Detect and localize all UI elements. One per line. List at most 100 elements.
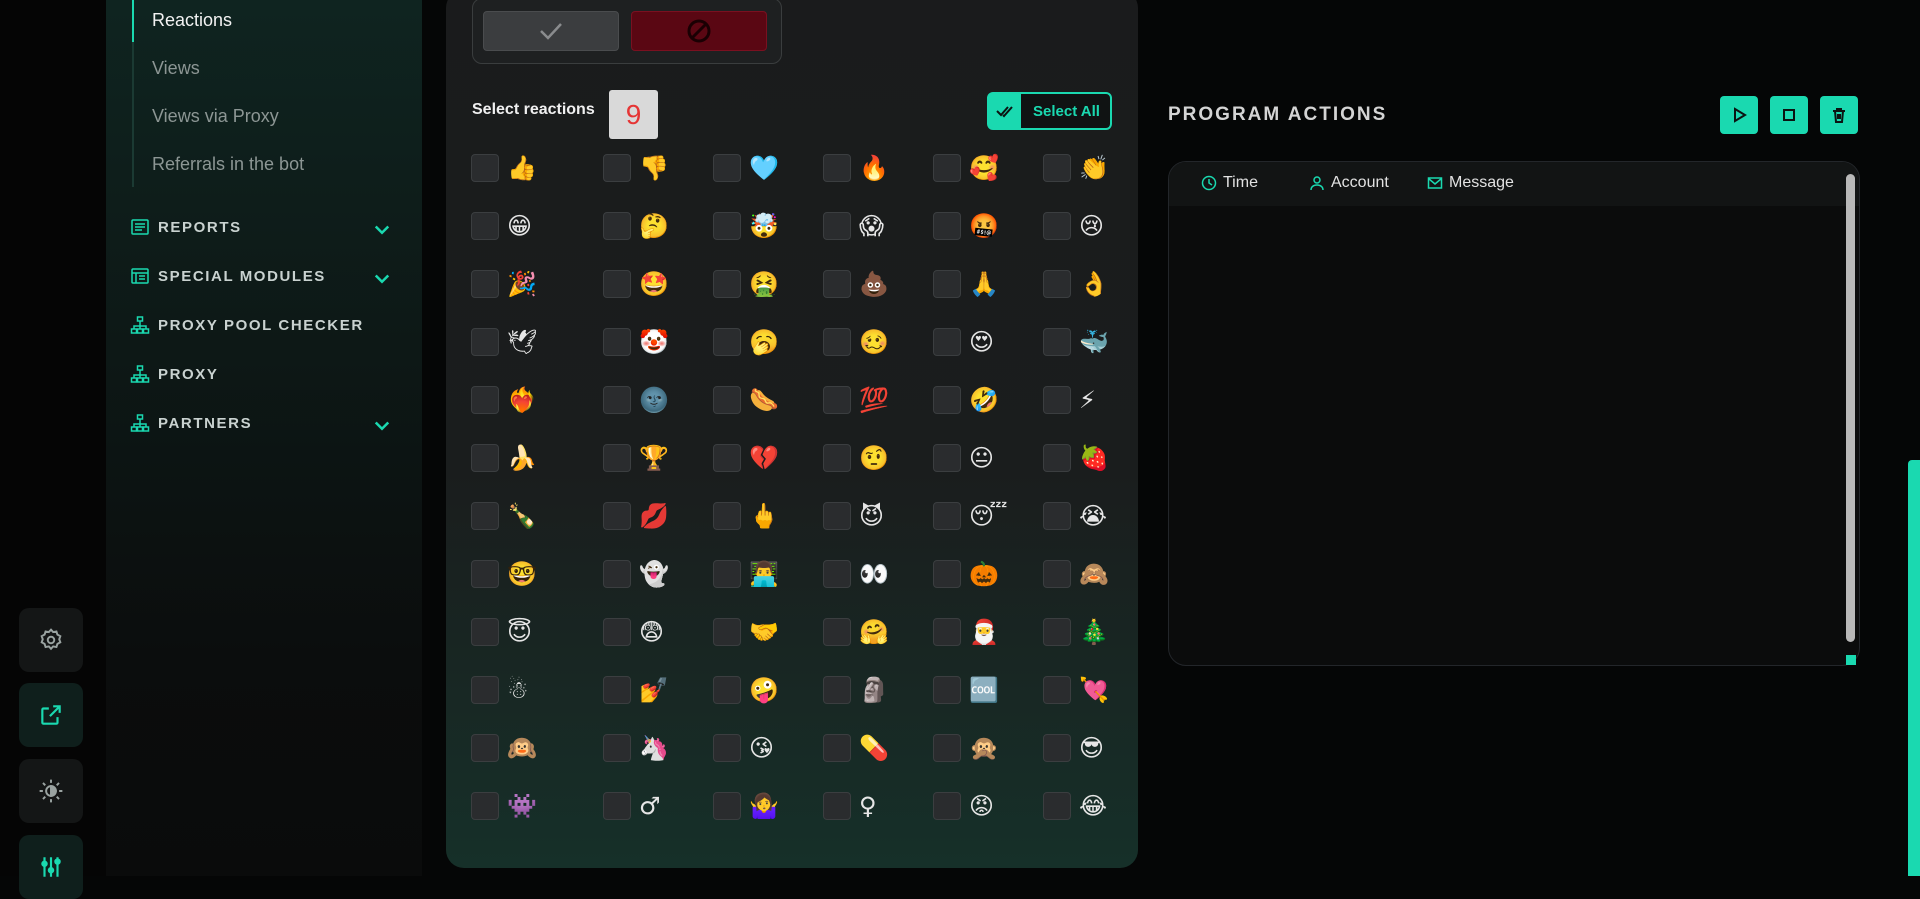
reaction-checkbox[interactable] (1043, 734, 1071, 762)
reaction-checkbox[interactable] (823, 560, 851, 588)
reaction-checkbox[interactable] (713, 270, 741, 298)
reaction-checkbox[interactable] (1043, 502, 1071, 530)
reaction-checkbox[interactable] (1043, 154, 1071, 182)
reaction-item[interactable]: 🤡 (603, 328, 669, 356)
reaction-checkbox[interactable] (1043, 618, 1071, 646)
reaction-checkbox[interactable] (933, 154, 961, 182)
reaction-checkbox[interactable] (823, 212, 851, 240)
reaction-checkbox[interactable] (823, 502, 851, 530)
reaction-checkbox[interactable] (933, 734, 961, 762)
reaction-item[interactable]: 😱 (823, 212, 884, 240)
reaction-item[interactable]: 😎 (1043, 734, 1104, 762)
reaction-item[interactable]: 🌚 (603, 386, 669, 414)
reaction-item[interactable]: 🥴 (823, 328, 889, 356)
reaction-item[interactable]: 🤓 (471, 560, 537, 588)
reaction-checkbox[interactable] (1043, 270, 1071, 298)
column-account[interactable]: Account (1309, 174, 1389, 192)
reaction-checkbox[interactable] (713, 560, 741, 588)
reaction-item[interactable]: 🥰 (933, 154, 999, 182)
reaction-item[interactable]: 🤔 (603, 212, 669, 240)
reaction-item[interactable]: 🤣 (933, 386, 999, 414)
reaction-checkbox[interactable] (823, 444, 851, 472)
submenu-item-reactions[interactable]: Reactions (152, 10, 232, 31)
theme-toggle-button[interactable] (19, 759, 83, 823)
reaction-item[interactable]: 💊 (823, 734, 889, 762)
reaction-checkbox[interactable] (471, 560, 499, 588)
reaction-count-input[interactable]: 9 (609, 90, 658, 139)
reaction-item[interactable]: 👏 (1043, 154, 1109, 182)
stop-button[interactable] (1770, 96, 1808, 134)
reaction-checkbox[interactable] (933, 792, 961, 820)
submenu-item-views-via-proxy[interactable]: Views via Proxy (152, 106, 279, 127)
reaction-item[interactable]: 🍌 (471, 444, 537, 472)
reaction-checkbox[interactable] (603, 154, 631, 182)
reaction-checkbox[interactable] (471, 212, 499, 240)
settings-button[interactable] (19, 608, 83, 672)
reaction-item[interactable]: 🐳 (1043, 328, 1109, 356)
reaction-item[interactable]: 🤨 (823, 444, 889, 472)
reaction-checkbox[interactable] (933, 386, 961, 414)
reaction-item[interactable]: 🙊 (933, 734, 999, 762)
reaction-item[interactable]: 🙈 (1043, 560, 1109, 588)
submenu-item-views[interactable]: Views (152, 58, 200, 79)
reaction-item[interactable]: 🦄 (603, 734, 669, 762)
reaction-checkbox[interactable] (1043, 386, 1071, 414)
nav-item-special-modules[interactable]: SPECIAL MODULES (130, 261, 400, 291)
reaction-item[interactable]: 😡 (933, 792, 994, 820)
reaction-checkbox[interactable] (823, 386, 851, 414)
reaction-checkbox[interactable] (1043, 444, 1071, 472)
reaction-checkbox[interactable] (933, 328, 961, 356)
reaction-checkbox[interactable] (471, 676, 499, 704)
reaction-checkbox[interactable] (1043, 212, 1071, 240)
reaction-item[interactable]: 💯 (823, 386, 889, 414)
reaction-checkbox[interactable] (823, 154, 851, 182)
reaction-checkbox[interactable] (933, 212, 961, 240)
submenu-item-referrals[interactable]: Referrals in the bot (152, 154, 304, 175)
reaction-checkbox[interactable] (713, 386, 741, 414)
column-time[interactable]: Time (1201, 174, 1258, 192)
reaction-checkbox[interactable] (603, 270, 631, 298)
reaction-item[interactable]: 🙏 (933, 270, 999, 298)
reaction-checkbox[interactable] (471, 270, 499, 298)
reaction-checkbox[interactable] (603, 444, 631, 472)
reaction-item[interactable]: 🌭 (713, 386, 779, 414)
reaction-checkbox[interactable] (471, 154, 499, 182)
reaction-checkbox[interactable] (713, 444, 741, 472)
reaction-checkbox[interactable] (603, 676, 631, 704)
reaction-checkbox[interactable] (713, 502, 741, 530)
reaction-item[interactable]: ☃ (471, 676, 529, 704)
reaction-item[interactable]: ❤️‍🔥 (471, 386, 537, 414)
reaction-checkbox[interactable] (713, 328, 741, 356)
reaction-item[interactable]: 🩵 (713, 154, 779, 182)
reaction-checkbox[interactable] (713, 618, 741, 646)
page-scrollbar[interactable] (1908, 460, 1920, 876)
reaction-checkbox[interactable] (471, 792, 499, 820)
reaction-checkbox[interactable] (933, 560, 961, 588)
reaction-item[interactable]: 😭 (1043, 502, 1107, 530)
reaction-item[interactable]: 😴 (933, 502, 1008, 530)
reaction-item[interactable]: 🤪 (713, 676, 779, 704)
reaction-item[interactable]: 🎉 (471, 270, 537, 298)
nav-item-proxy[interactable]: PROXY (130, 359, 400, 389)
resize-handle[interactable] (1846, 655, 1856, 665)
reaction-item[interactable]: ⚡ (1043, 386, 1096, 414)
reaction-checkbox[interactable] (1043, 560, 1071, 588)
reaction-checkbox[interactable] (471, 734, 499, 762)
reaction-item[interactable]: 🎄 (1043, 618, 1109, 646)
select-all-button[interactable]: Select All (987, 92, 1112, 130)
reaction-item[interactable]: 👎 (603, 154, 669, 182)
reaction-item[interactable]: 😁 (471, 212, 532, 240)
reaction-checkbox[interactable] (823, 676, 851, 704)
reaction-item[interactable]: 👾 (471, 792, 537, 820)
reaction-item[interactable]: 😂 (1043, 792, 1107, 820)
reaction-checkbox[interactable] (471, 502, 499, 530)
enable-toggle-button[interactable] (483, 11, 619, 51)
nav-item-reports[interactable]: REPORTS (130, 212, 400, 242)
reaction-item[interactable]: 🎃 (933, 560, 999, 588)
reaction-item[interactable]: 🥱 (713, 328, 779, 356)
reaction-item[interactable]: 👀 (823, 560, 889, 588)
reaction-item[interactable]: 😢 (1043, 212, 1104, 240)
reaction-checkbox[interactable] (471, 618, 499, 646)
reaction-item[interactable]: 💅 (603, 676, 669, 704)
reaction-item[interactable]: 😍 (933, 328, 994, 356)
